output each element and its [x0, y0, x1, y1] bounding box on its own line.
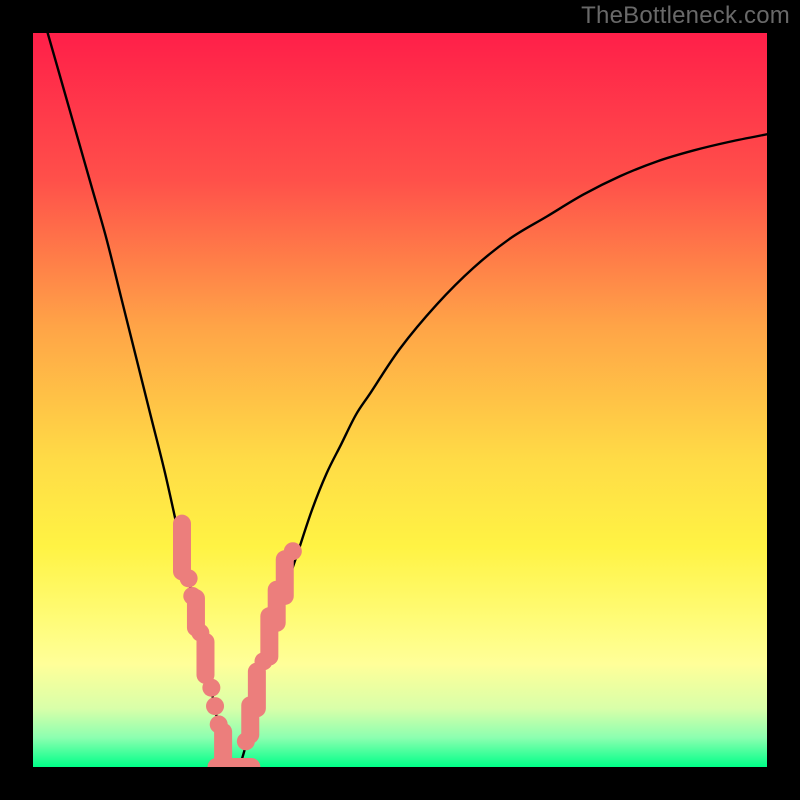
- marker-dot: [180, 569, 198, 587]
- gradient-background: [33, 33, 767, 767]
- watermark-text: TheBottleneck.com: [581, 2, 790, 30]
- chart-svg: [33, 33, 767, 767]
- marker-capsule: [196, 633, 214, 684]
- plot-area: [33, 33, 767, 767]
- marker-dot: [206, 697, 224, 715]
- marker-dot: [202, 679, 220, 697]
- marker-dot: [284, 542, 302, 560]
- marker-capsule: [248, 663, 266, 718]
- outer-frame: TheBottleneck.com: [0, 0, 800, 800]
- marker-capsule: [217, 758, 261, 767]
